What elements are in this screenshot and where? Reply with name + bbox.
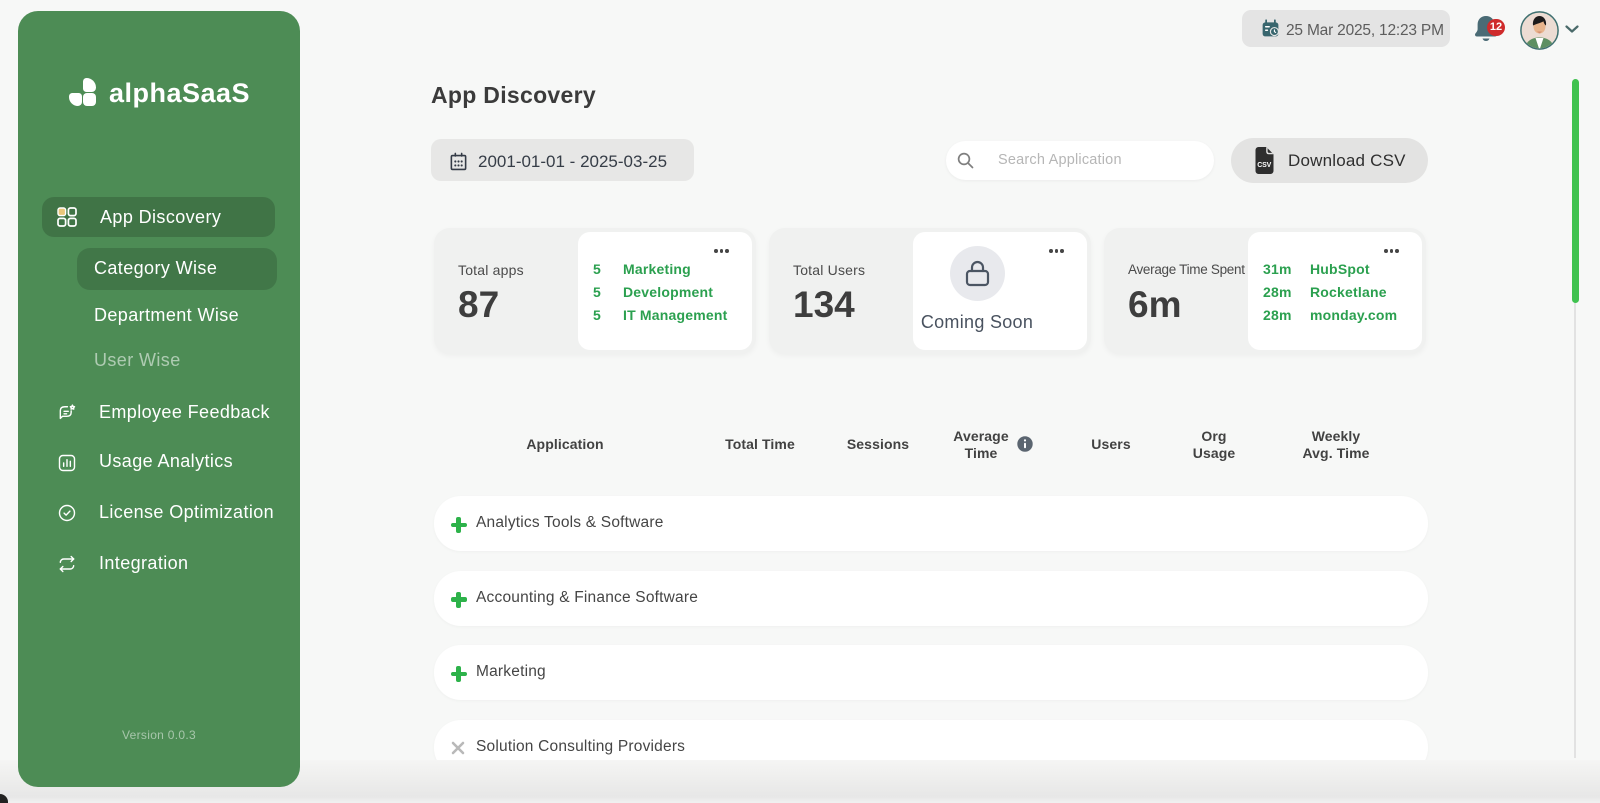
svg-text:CSV: CSV bbox=[1257, 162, 1271, 169]
